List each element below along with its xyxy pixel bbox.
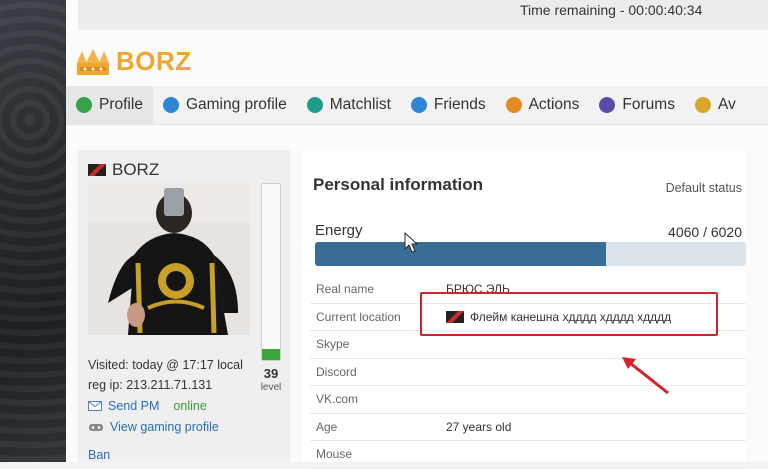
send-pm-link[interactable]: Send PM (108, 399, 159, 413)
default-status-link[interactable]: Default status (666, 181, 742, 195)
tab-awards[interactable]: Av (685, 86, 746, 124)
logo-text: BORZ (116, 46, 192, 76)
view-gaming-profile-link[interactable]: View gaming profile (110, 420, 219, 434)
highlight-annotation-box (420, 292, 718, 336)
level-progress-fill (262, 349, 280, 360)
row-label: Skype (316, 337, 350, 352)
info-row-age: Age 27 years old (310, 414, 746, 441)
forums-icon (599, 97, 616, 113)
personal-info-title: Personal information (313, 175, 484, 194)
row-label: Age (316, 419, 338, 434)
profile-icon (76, 97, 92, 113)
tab-gaming-profile[interactable]: Gaming profile (153, 86, 297, 124)
reg-ip: reg ip: 213.211.71.131 (88, 378, 213, 392)
row-label: Mouse (316, 447, 353, 462)
envelope-icon (88, 401, 102, 411)
top-panel: Time remaining - 00:00:40:34 (78, 0, 768, 30)
row-label: Discord (316, 364, 357, 379)
view-gaming-profile-row: View gaming profile (88, 420, 219, 434)
tab-forums[interactable]: Forums (589, 86, 685, 124)
tab-label: Gaming profile (185, 96, 287, 113)
tab-label: Profile (99, 96, 143, 113)
side-background (0, 0, 66, 462)
mouse-cursor-icon (404, 232, 418, 253)
username-row: BORZ (88, 160, 159, 180)
crown-icon (77, 48, 109, 75)
tab-label: Actions (528, 96, 580, 113)
last-visited: Visited: today @ 17:17 local (88, 358, 243, 372)
online-status: online (173, 399, 207, 413)
award-icon (694, 97, 711, 113)
send-pm-row: Send PM online (88, 399, 207, 413)
site-logo[interactable]: BORZ (76, 46, 192, 77)
tab-label: Forums (622, 96, 675, 113)
avatar[interactable] (88, 183, 250, 335)
profile-card: BORZ 39 level Visited: today @ 17:17 loc… (78, 150, 290, 462)
level-number: 39 (263, 366, 279, 381)
tab-label: Matchlist (329, 96, 391, 113)
actions-icon (505, 97, 522, 113)
row-label: VK.com (316, 392, 359, 407)
level-label: level (260, 382, 282, 393)
avatar-image (88, 183, 250, 335)
tab-label: Friends (433, 96, 486, 113)
row-value: 27 years old (446, 419, 512, 434)
level-progress-bar (261, 183, 281, 361)
info-row-mouse: Mouse (310, 441, 746, 469)
gamepad-icon (89, 424, 103, 431)
friends-icon (410, 97, 427, 113)
energy-bar-fill (315, 242, 606, 266)
tab-matchlist[interactable]: Matchlist (297, 86, 401, 124)
energy-label: Energy (315, 222, 363, 239)
tab-profile[interactable]: Profile (66, 86, 153, 124)
info-icon (162, 97, 179, 113)
energy-value: 4060 / 6020 (668, 224, 742, 240)
tab-actions[interactable]: Actions (496, 86, 590, 124)
username: BORZ (112, 160, 160, 179)
tab-label: Av (717, 96, 736, 113)
energy-bar (315, 242, 746, 266)
annotation-arrow-icon (622, 357, 669, 395)
time-remaining: Time remaining - 00:00:40:34 (520, 2, 703, 18)
profile-tabs: Profile Gaming profile Matchlist Friends… (66, 86, 768, 125)
tab-friends[interactable]: Friends (401, 86, 496, 124)
radiation-icon (306, 97, 323, 113)
country-flag-icon (88, 164, 106, 176)
ban-link[interactable]: Ban (88, 448, 110, 462)
